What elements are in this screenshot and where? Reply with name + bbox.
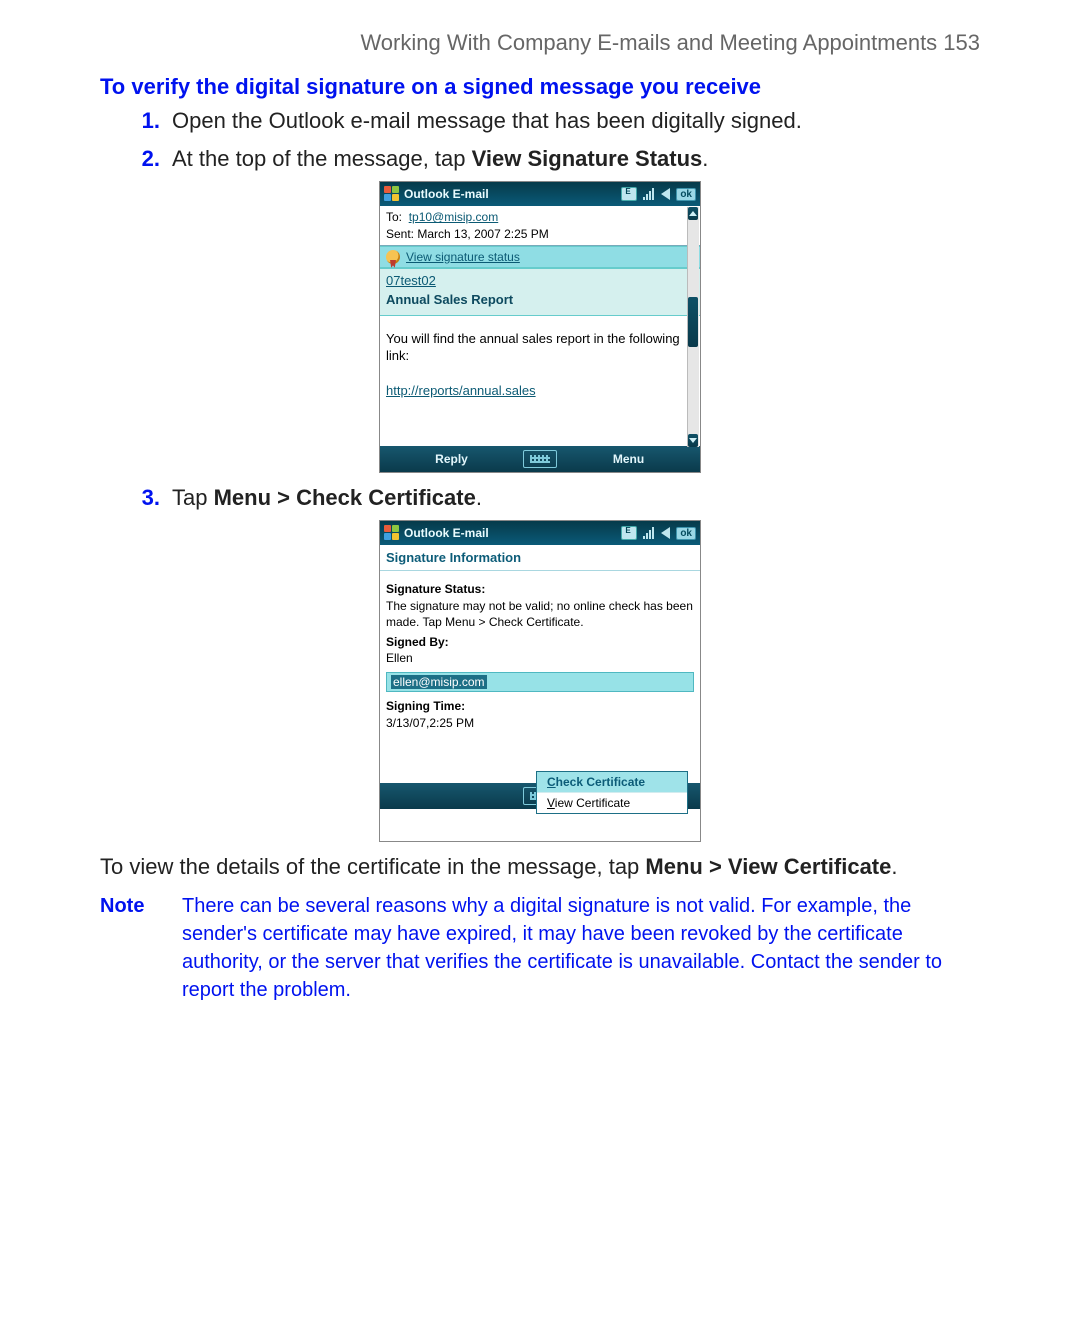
device-signature-info: Outlook E-mail ok Signature Information … (379, 520, 701, 842)
menu-popup: Check Certificate View Certificate (536, 771, 688, 814)
post-text-bold: Menu > View Certificate (645, 854, 891, 879)
app-title-2: Outlook E-mail (404, 526, 489, 540)
post-steps-text: To view the details of the certificate i… (100, 852, 980, 882)
step-3-post: . (476, 485, 482, 510)
step-2-pre: At the top of the message, tap (172, 146, 472, 171)
view-signature-bar[interactable]: View signature status (380, 246, 700, 268)
section-title: To verify the digital signature on a sig… (100, 74, 980, 100)
step-2-bold: View Signature Status (472, 146, 703, 171)
signing-time-header: Signing Time: (386, 698, 694, 714)
to-label: To: (386, 210, 402, 224)
volume-icon[interactable] (661, 527, 670, 539)
volume-icon[interactable] (661, 188, 670, 200)
step-3: 3. Tap Menu > Check Certificate. (100, 483, 980, 513)
scroll-up-icon[interactable] (688, 207, 698, 220)
step-3-text: Tap Menu > Check Certificate. (172, 483, 980, 513)
signature-info-title: Signature Information (380, 545, 700, 571)
note-block: Note There can be several reasons why a … (100, 892, 980, 1004)
menu-view-accel: V (547, 796, 555, 810)
signing-time-block: Signing Time: 3/13/07,2:25 PM (380, 698, 700, 732)
scroll-thumb[interactable] (688, 297, 698, 347)
step-3-bold: Menu > Check Certificate (214, 485, 476, 510)
scrollbar[interactable] (687, 207, 699, 446)
view-signature-link[interactable]: View signature status (406, 250, 520, 264)
softkey-left[interactable]: Reply (380, 452, 523, 466)
step-2-text: At the top of the message, tap View Sign… (172, 144, 980, 174)
connection-icon[interactable] (621, 187, 637, 201)
start-icon[interactable] (384, 525, 400, 541)
start-icon[interactable] (384, 186, 400, 202)
ok-button-2[interactable]: ok (676, 527, 696, 540)
app-title: Outlook E-mail (404, 187, 489, 201)
signature-status-text: The signature may not be valid; no onlin… (386, 598, 694, 630)
step-1: 1. Open the Outlook e-mail message that … (100, 106, 980, 136)
step-3-pre: Tap (172, 485, 214, 510)
signing-time-value: 3/13/07,2:25 PM (386, 715, 694, 731)
signer-email-text: ellen@misip.com (391, 675, 487, 689)
note-label: Note (100, 892, 160, 1004)
menu-check-accel: C (547, 775, 556, 789)
step-2-post: . (702, 146, 708, 171)
sent-value: March 13, 2007 2:25 PM (417, 227, 548, 241)
signal-icon[interactable] (643, 527, 655, 539)
sent-label: Sent: (386, 227, 414, 241)
to-link[interactable]: tp10@misip.com (409, 210, 499, 224)
step-2-number: 2. (100, 144, 172, 174)
ok-button[interactable]: ok (676, 188, 696, 201)
step-1-number: 1. (100, 106, 172, 136)
certificate-icon (386, 250, 400, 264)
titlebar: Outlook E-mail ok (380, 182, 700, 206)
signed-by-name: Ellen (386, 650, 694, 666)
subject-block: 07test02 Annual Sales Report (380, 268, 700, 316)
message-header: To: tp10@misip.com Sent: March 13, 2007 … (380, 206, 700, 245)
menu-check-rest: heck Certificate (556, 775, 645, 789)
body-line-1: You will find the annual sales report in… (386, 330, 684, 365)
post-text-pre: To view the details of the certificate i… (100, 854, 645, 879)
screenshot-2-container: Outlook E-mail ok Signature Information … (100, 520, 980, 842)
signed-by-header: Signed By: (386, 634, 694, 650)
titlebar-2: Outlook E-mail ok (380, 521, 700, 545)
menu-item-check-certificate[interactable]: Check Certificate (537, 772, 687, 793)
signature-status-header: Signature Status: (386, 581, 694, 597)
connection-icon[interactable] (621, 526, 637, 540)
soft-key-bar: Reply Menu (380, 446, 700, 472)
menu-item-view-certificate[interactable]: View Certificate (537, 793, 687, 813)
signal-icon[interactable] (643, 188, 655, 200)
device-outlook-message: Outlook E-mail ok To: tp10@misip.com Sen… (379, 181, 701, 472)
step-3-number: 3. (100, 483, 172, 513)
sender-link[interactable]: 07test02 (386, 273, 684, 288)
signer-email-field[interactable]: ellen@misip.com (386, 672, 694, 692)
chapter-header: Working With Company E-mails and Meeting… (100, 30, 980, 56)
screenshot-1-container: Outlook E-mail ok To: tp10@misip.com Sen… (100, 181, 980, 472)
step-2: 2. At the top of the message, tap View S… (100, 144, 980, 174)
steps-list: 1. Open the Outlook e-mail message that … (100, 106, 980, 173)
message-body: You will find the annual sales report in… (380, 316, 700, 446)
subject-text: Annual Sales Report (386, 292, 684, 307)
keyboard-icon[interactable] (523, 450, 557, 468)
step-1-text: Open the Outlook e-mail message that has… (172, 106, 980, 136)
signature-status-block: Signature Status: The signature may not … (380, 571, 700, 668)
menu-view-rest: iew Certificate (555, 796, 630, 810)
post-text-post: . (891, 854, 897, 879)
scroll-down-icon[interactable] (688, 434, 698, 447)
softkey-right[interactable]: Menu (557, 452, 700, 466)
body-link[interactable]: http://reports/annual.sales (386, 383, 536, 398)
note-body: There can be several reasons why a digit… (182, 892, 980, 1004)
steps-list-cont: 3. Tap Menu > Check Certificate. (100, 483, 980, 513)
